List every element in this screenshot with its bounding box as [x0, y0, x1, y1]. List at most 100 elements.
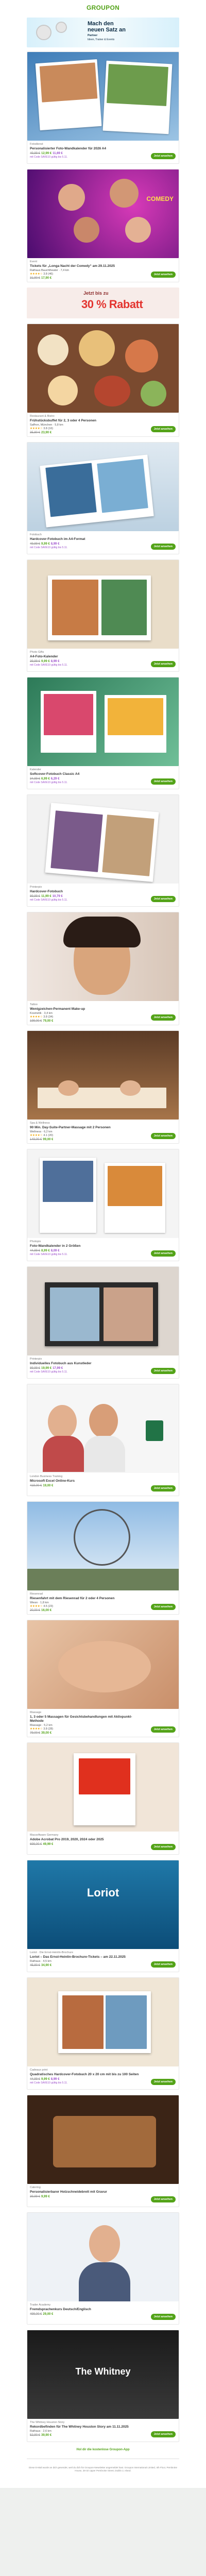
deal-card[interactable]: Cadeaux print Quadratisches Hardcover-Fot…	[27, 1977, 179, 2090]
view-deal-button[interactable]: Jetzt ansehen	[150, 778, 176, 785]
view-deal-button[interactable]: Jetzt ansehen	[150, 1726, 176, 1733]
view-deal-button[interactable]: Jetzt ansehen	[150, 1604, 176, 1610]
view-deal-button[interactable]: Jetzt ansehen	[150, 544, 176, 550]
deal-image[interactable]	[27, 677, 179, 766]
deal-card[interactable]: Catering Personalisierbarer Holzschneideb…	[27, 2095, 179, 2207]
deal-card[interactable]: Photopix Foto-Wandkalender in 2 Größen 44,…	[27, 1149, 179, 1261]
deal-title[interactable]: Loriot – Das Ernst-Heinlin-Brochure-Tick…	[30, 1955, 176, 1959]
deal-image[interactable]	[27, 1267, 179, 1355]
deal-category: Kalender	[30, 768, 42, 771]
deal-title[interactable]: Personalisierbarer Holzschneidebrett mit…	[30, 2190, 176, 2194]
deal-title[interactable]: Rekordbefinden für The Whitney Houston S…	[30, 2425, 176, 2429]
view-deal-button[interactable]: Jetzt ansehen	[150, 1133, 176, 1139]
app-download-link[interactable]: Hol dir die kostenlose Groupon-App	[27, 2448, 179, 2451]
deal-image[interactable]	[27, 795, 179, 884]
view-deal-button[interactable]: Jetzt ansehen	[150, 2314, 176, 2320]
deal-title[interactable]: Microsoft Excel Online-Kurs	[30, 1479, 176, 1483]
deal-card[interactable]: Fotodienst Personalisierter Foto-Wandkale…	[27, 52, 179, 164]
deal-info: Printerpix Individuelles Fotobuch aus Kun…	[27, 1355, 179, 1378]
deal-title[interactable]: A4-Foto-Kalender	[30, 655, 176, 659]
deal-price: 34,90 €	[41, 1964, 52, 1967]
deal-card[interactable]: The Whitney The Whitney Houston Story Reko…	[27, 2330, 179, 2442]
old-price: 199,00 €	[30, 1020, 42, 1023]
view-deal-button[interactable]: Jetzt ansehen	[150, 272, 176, 278]
deal-info: Fotodienst Personalisierter Foto-Wandkale…	[27, 141, 179, 163]
deal-card[interactable]: Loriot Loriot · Die Ernst-Heinlin-Brochur…	[27, 1860, 179, 1972]
deal-title[interactable]: Riesenfahrt mit dem Riesenrad für 2 oder…	[30, 1597, 176, 1601]
deal-title[interactable]: Personalisierter Foto-Wandkalender für 2…	[30, 147, 176, 151]
view-deal-button[interactable]: Jetzt ansehen	[150, 896, 176, 902]
deal-title[interactable]: Hardcover-Fotobuch im A4-Format	[30, 537, 176, 541]
view-deal-button[interactable]: Jetzt ansehen	[150, 2196, 176, 2202]
groupon-logo[interactable]: GROUPON	[87, 4, 119, 11]
view-deal-button[interactable]: Jetzt ansehen	[150, 1250, 176, 1257]
deal-card[interactable]: Restaurant & Bistro Frühstücksbuffet für …	[27, 324, 179, 437]
deal-image[interactable]	[27, 1031, 179, 1120]
deal-title[interactable]: 1, 3 oder 5 Massagen für Gesichtsbehandl…	[30, 1715, 176, 1723]
deal-title[interactable]: 90 Min. Day-Suite-Partner-Massage mit 2 …	[30, 1126, 176, 1130]
deal-title[interactable]: Foto-Wandkalender in 2 Größen	[30, 1244, 176, 1248]
deal-image[interactable]: Loriot	[27, 1860, 179, 1949]
deal-info: Photo Gifts A4-Foto-Kalender 39,99 €9,99 €…	[27, 649, 179, 671]
deal-category: Catering	[30, 2186, 41, 2189]
deal-card[interactable]: Riesenrad Riesenfahrt mit dem Riesenrad f…	[27, 1501, 179, 1615]
deal-title[interactable]: Hardcover-Fotobuch	[30, 890, 176, 894]
view-deal-button[interactable]: Jetzt ansehen	[150, 1014, 176, 1021]
view-deal-button[interactable]: Jetzt ansehen	[150, 2431, 176, 2437]
ad-banner[interactable]: Mach den neuen Satz an Partner Ideen, Tra…	[27, 18, 179, 47]
deal-image[interactable]	[27, 2095, 179, 2184]
deal-category: The Whitney Houston Story	[30, 2421, 65, 2424]
view-deal-button[interactable]: Jetzt ansehen	[150, 1368, 176, 1374]
deal-image[interactable]	[27, 1978, 179, 2066]
deal-card[interactable]: Kalender Softcover-Fotobuch Classic A4 34,…	[27, 677, 179, 789]
deal-image[interactable]	[27, 1743, 179, 1832]
deal-title[interactable]: Softcover-Fotobuch Classic A4	[30, 772, 176, 776]
deal-info: Riesenrad Riesenfahrt mit dem Riesenrad f…	[27, 1590, 179, 1614]
code-price: 8,99 €	[50, 543, 60, 546]
deal-title[interactable]: Adobe Acrobat Pro 2019, 2020, 2024 oder …	[30, 1838, 176, 1842]
ball-icon	[56, 22, 67, 33]
deal-image[interactable]	[27, 560, 179, 649]
deal-image[interactable]	[27, 1149, 179, 1238]
view-deal-button[interactable]: Jetzt ansehen	[150, 1485, 176, 1492]
view-deal-button[interactable]: Jetzt ansehen	[150, 2079, 176, 2085]
deal-image[interactable]	[27, 443, 179, 531]
deal-card[interactable]: Massage 1, 3 oder 5 Massagen für Gesichts…	[27, 1620, 179, 1737]
deal-image[interactable]	[27, 2213, 179, 2301]
deal-card[interactable]: COMEDY Event Tickets für „Longa Nacht der …	[27, 169, 179, 282]
deal-title[interactable]: Individuelles Fotobuch aus Kunstleder	[30, 1362, 176, 1366]
view-deal-button[interactable]: Jetzt ansehen	[150, 661, 176, 667]
deal-image[interactable]	[27, 1620, 179, 1709]
deal-title[interactable]: Tickets für „Longa Nacht der Comedy“ am …	[30, 264, 176, 268]
deal-info: Macsoftware Germany Adobe Acrobat Pro 201…	[27, 1832, 179, 1854]
deal-image[interactable]	[27, 912, 179, 1001]
old-price: 31,90 €	[30, 277, 41, 280]
old-price: 49,99 €	[30, 543, 41, 546]
promo-banner[interactable]: Jetzt bis zu 30 % Rabatt	[27, 287, 179, 318]
deal-card[interactable]: London Business Training Microsoft Excel …	[27, 1384, 179, 1496]
deal-title[interactable]: Fremdsprachenkurs Deutsch/Englisch	[30, 2308, 176, 2312]
deal-image[interactable]	[27, 52, 179, 141]
deal-image[interactable]	[27, 1502, 179, 1590]
view-deal-button[interactable]: Jetzt ansehen	[150, 426, 176, 432]
deal-title[interactable]: Frühstücksbuffet für 2, 3 oder 4 Persone…	[30, 419, 176, 423]
deal-card[interactable]: Photo Gifts A4-Foto-Kalender 39,99 €9,99 €…	[27, 560, 179, 672]
deal-image[interactable]: The Whitney	[27, 2330, 179, 2419]
deal-price: 19,99 €	[41, 1367, 52, 1370]
deal-card[interactable]: Trader Academy Fremdsprachenkurs Deutsch/…	[27, 2212, 179, 2325]
deal-image[interactable]: COMEDY	[27, 170, 179, 258]
deal-card[interactable]: Tattoo Wenigzeichen-Permanent Make-up Kosm…	[27, 912, 179, 1025]
deal-title[interactable]: Wenigzeichen-Permanent Make-up	[30, 1007, 176, 1011]
deal-card[interactable]: Spa & Wellness 90 Min. Day-Suite-Partner-…	[27, 1030, 179, 1144]
deal-card[interactable]: Printerpix Hardcover-Fotobuch 89,99 €11,99…	[27, 794, 179, 907]
view-deal-button[interactable]: Jetzt ansehen	[150, 1844, 176, 1850]
deal-card[interactable]: Macsoftware Germany Adobe Acrobat Pro 201…	[27, 1742, 179, 1855]
view-deal-button[interactable]: Jetzt ansehen	[150, 153, 176, 159]
deal-image[interactable]	[27, 324, 179, 413]
view-deal-button[interactable]: Jetzt ansehen	[150, 1961, 176, 1968]
deal-card[interactable]: Printerpix Individuelles Fotobuch aus Kun…	[27, 1266, 179, 1379]
deal-title[interactable]: Quadratisches Hardcover-Fotobuch 20 x 20…	[30, 2073, 176, 2077]
deal-image[interactable]	[27, 1384, 179, 1473]
deal-card[interactable]: Fotobuch Hardcover-Fotobuch im A4-Format 4…	[27, 442, 179, 554]
deal-category: Cadeaux print	[30, 2069, 48, 2072]
